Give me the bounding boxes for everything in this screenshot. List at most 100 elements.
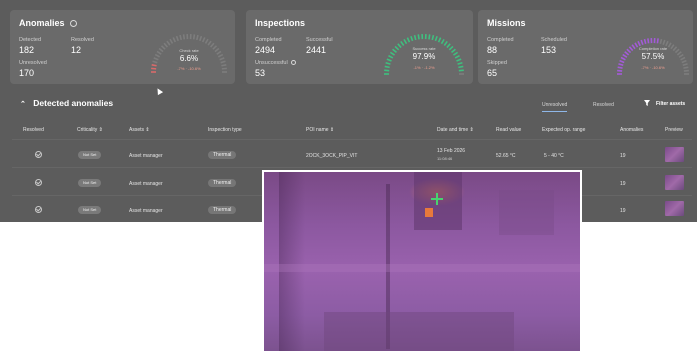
- asset-cell: Asset manager: [129, 153, 163, 159]
- gauge-value: 57.5%: [641, 52, 665, 61]
- header-poi-name[interactable]: POI name ⇕: [306, 127, 334, 133]
- toggle-resolved[interactable]: Resolved: [593, 102, 614, 108]
- gauge-tick: [457, 61, 463, 65]
- resolved-label: Resolved: [71, 37, 94, 43]
- gauge-tick: [406, 37, 411, 43]
- gauge-tick: [443, 40, 448, 46]
- header-expected-range: Expected op. range: [542, 127, 586, 133]
- chevron-up-icon[interactable]: ⌃: [20, 100, 26, 108]
- header-preview: Preview: [665, 127, 683, 133]
- unresolved-label: Unresolved: [19, 60, 47, 66]
- gauge-tick: [434, 35, 438, 42]
- equipment-shape: [499, 190, 554, 235]
- gauge-tick: [643, 38, 647, 45]
- date-cell: 13 Feb 2026: [437, 148, 466, 154]
- header-date-time[interactable]: Date and time ⇕: [437, 127, 474, 133]
- poi-name-cell: 2OCK_3OCK_PIP_VIT: [306, 153, 358, 159]
- gauge-tick: [201, 37, 206, 43]
- info-icon[interactable]: [70, 20, 78, 28]
- inspection-type-badge: Thermal: [208, 179, 237, 187]
- anomalies-title: Anomalies: [19, 18, 78, 28]
- completed-stat: Completed 2494: [255, 37, 282, 55]
- asset-cell: Asset manager: [129, 208, 163, 214]
- completed-label: Completed: [255, 37, 282, 43]
- pipe-shadow: [279, 172, 305, 351]
- gauge-tick: [179, 34, 182, 41]
- success-rate-gauge: Success rate 97.9% -1% · -1.2%: [380, 24, 468, 80]
- check-rate-gauge: Check rate 6.6% -7% · -10.6%: [147, 26, 231, 78]
- header-anomalies: Anomalies: [620, 127, 644, 133]
- gauge-trend: -1% · -1.2%: [413, 65, 435, 70]
- filter-assets-button[interactable]: Filter assets: [656, 101, 685, 107]
- successful-value: 2441: [306, 45, 327, 55]
- unsuccessful-value: 53: [255, 68, 266, 78]
- gauge-tick: [437, 37, 442, 43]
- anomalies-count-cell: 19: [620, 153, 626, 159]
- scheduled-stat: Scheduled 153: [541, 37, 567, 55]
- preview-thumbnail[interactable]: [665, 175, 684, 190]
- gauge-tick: [428, 34, 431, 40]
- resolved-value: 12: [71, 45, 82, 55]
- check-circle-icon[interactable]: [35, 151, 42, 158]
- table-divider: [12, 139, 692, 140]
- gauge-tick: [440, 38, 445, 45]
- skipped-label: Skipped: [487, 60, 507, 66]
- floor-structure: [324, 312, 514, 351]
- gauge-tick: [385, 61, 391, 65]
- criticality-badge: Not Set: [78, 206, 102, 214]
- info-icon[interactable]: [290, 60, 296, 66]
- header-read-value: Read value: [496, 127, 522, 133]
- gauge-value: 6.6%: [179, 54, 199, 63]
- inspection-type-badge: Thermal: [208, 206, 237, 214]
- gauge-tick: [410, 35, 414, 42]
- gauge-tick: [659, 38, 663, 45]
- asset-cell: Asset manager: [129, 181, 163, 187]
- missions-completed-value: 88: [487, 45, 498, 55]
- preview-thumbnail[interactable]: [665, 201, 684, 216]
- unsuccessful-stat: Unsuccessful 53: [255, 60, 296, 78]
- gauge-label: Check rate: [179, 48, 199, 53]
- skipped-stat: Skipped 65: [487, 60, 507, 78]
- inspections-card: Inspections Completed 2494 Successful 24…: [246, 10, 473, 84]
- gauge-tick: [210, 42, 215, 48]
- header-criticality[interactable]: Criticality ⇕: [77, 127, 103, 133]
- time-cell: 11:08:46: [437, 156, 453, 161]
- check-circle-icon[interactable]: [35, 179, 42, 186]
- beam-highlight: [264, 264, 580, 272]
- mouse-cursor: [154, 86, 164, 96]
- gauge-tick: [192, 34, 196, 40]
- anomalies-card: Anomalies Detected 182 Resolved 12 Unres…: [10, 10, 235, 84]
- inspection-type-badge: Thermal: [208, 151, 237, 159]
- anomalies-title-text: Anomalies: [19, 18, 65, 28]
- gauge-trend: -7% · -10.6%: [641, 65, 665, 70]
- section-title: Detected anomalies: [33, 98, 114, 108]
- check-circle-icon[interactable]: [35, 206, 42, 213]
- toggle-unresolved[interactable]: Unresolved: [542, 102, 568, 112]
- gauge-tick: [175, 35, 179, 42]
- missions-completed-stat: Completed 88: [487, 37, 514, 55]
- thermal-image-preview[interactable]: [262, 170, 582, 353]
- gauge-tick: [204, 38, 209, 44]
- gauge-tick: [172, 37, 177, 43]
- header-resolved: Resolved: [23, 127, 44, 133]
- detected-stat: Detected 182: [19, 37, 41, 55]
- gauge-tick: [196, 34, 199, 41]
- anomalies-count-cell: 19: [620, 181, 626, 187]
- crosshair-icon: [431, 193, 443, 205]
- section-header[interactable]: ⌃ Detected anomalies: [20, 98, 113, 108]
- gauge-tick: [163, 42, 168, 48]
- unresolved-value: 170: [19, 68, 35, 78]
- resolution-toggle: Unresolved Resolved: [530, 97, 640, 113]
- gauge-trend: -7% · -10.6%: [177, 66, 201, 71]
- unresolved-stat: Unresolved 170: [19, 60, 47, 78]
- gauge-tick: [417, 34, 420, 40]
- missions-title: Missions: [487, 18, 526, 28]
- header-assets[interactable]: Assets ⇕: [129, 127, 150, 133]
- gauge-tick: [400, 40, 405, 46]
- scheduled-value: 153: [541, 45, 557, 55]
- preview-thumbnail[interactable]: [665, 147, 684, 162]
- filter-icon[interactable]: [644, 100, 650, 106]
- table-divider: [12, 167, 692, 168]
- gauge-tick: [431, 34, 435, 41]
- gauge-tick: [640, 39, 644, 45]
